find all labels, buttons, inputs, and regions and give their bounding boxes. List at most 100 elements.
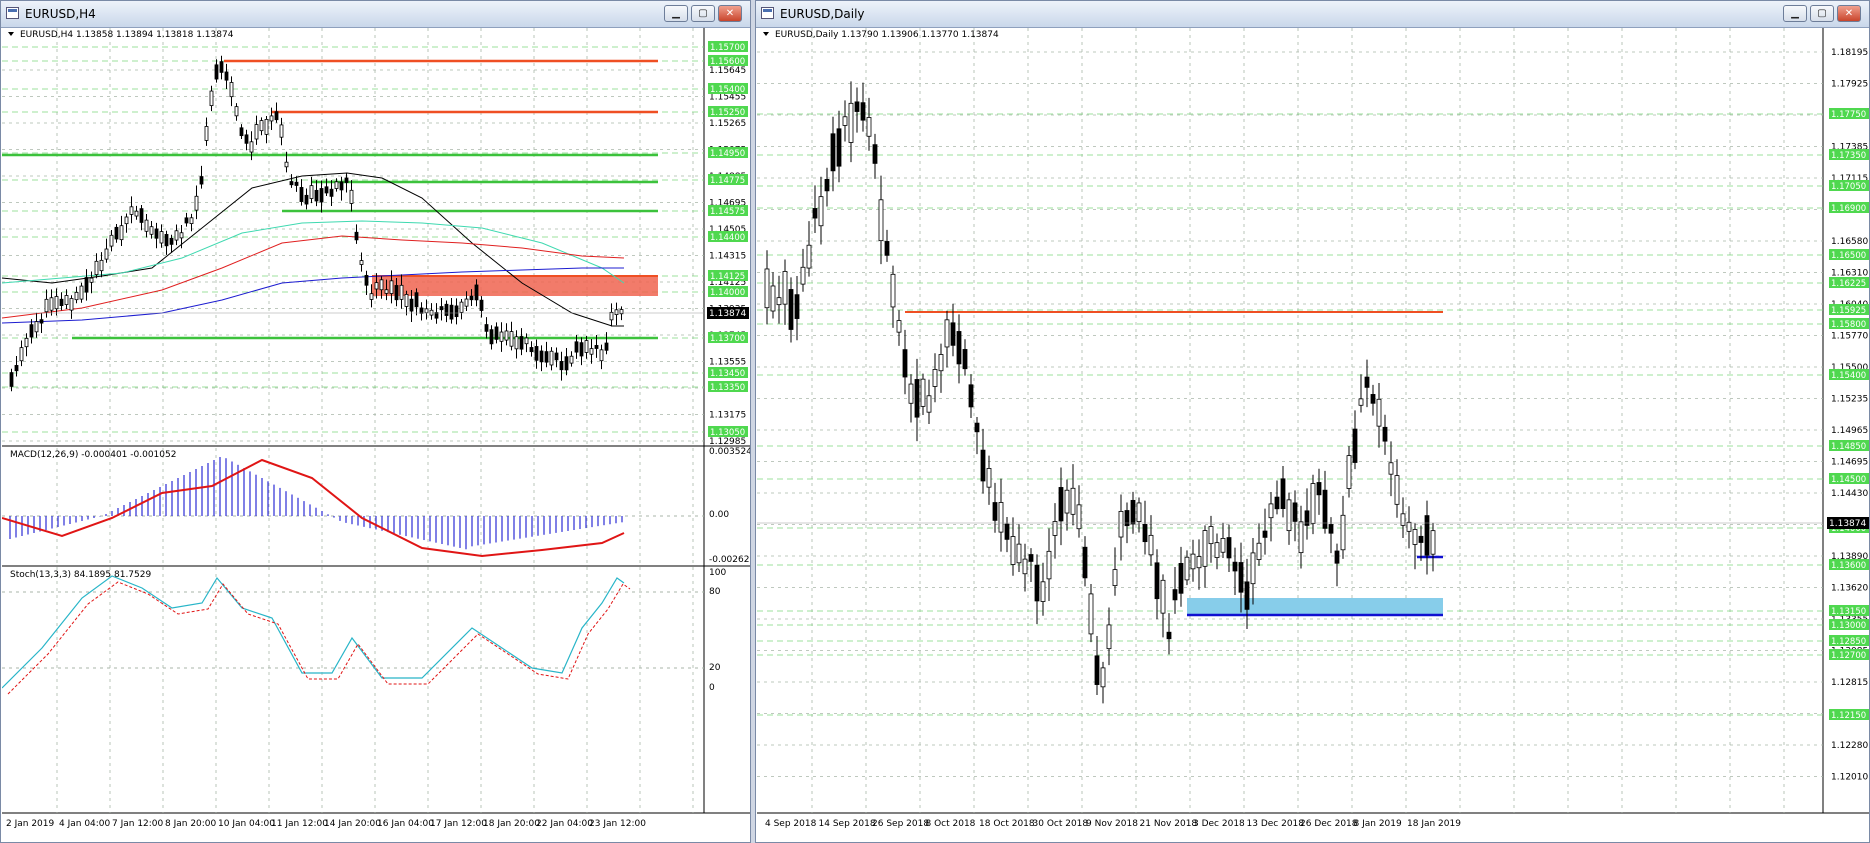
level-tag: 1.13350 <box>710 383 745 393</box>
time-axis-label: 3 Dec 2018 <box>1193 819 1245 829</box>
time-axis-label: 30 Oct 2018 <box>1033 819 1089 829</box>
candle-body <box>794 294 800 319</box>
candle-body <box>344 177 349 183</box>
candle-body <box>884 241 890 256</box>
time-axis-label: 8 Jan 2019 <box>1354 819 1402 829</box>
candle-body <box>830 133 836 172</box>
candle-body <box>59 298 64 307</box>
time-axis-label: 17 Jan 12:00 <box>430 819 487 829</box>
macd-scale-label: 0.003524 <box>709 447 750 457</box>
candle-body <box>938 354 944 372</box>
candle-body <box>1028 554 1034 562</box>
candle-body <box>394 285 399 301</box>
close-button[interactable]: ✕ <box>1837 5 1861 22</box>
price-axis-label: 1.14315 <box>709 252 746 262</box>
candle-body <box>1268 503 1274 519</box>
candle-body <box>39 319 44 324</box>
candle-body <box>309 185 314 199</box>
candle-body <box>932 369 938 387</box>
price-axis-label: 1.14965 <box>1831 426 1868 436</box>
chart-background <box>757 28 1869 842</box>
candle-body <box>69 298 74 311</box>
level-tag: 1.13700 <box>710 334 745 344</box>
daily-window-titlebar[interactable]: EURUSD,Daily ▁ ▢ ✕ <box>756 1 1869 28</box>
h4-chart-window[interactable]: EURUSD,H4 ▁ ▢ ✕ EURUSD,H4 1.13858 1.1389… <box>0 0 751 843</box>
candle-body <box>604 342 609 351</box>
level-tag: 1.15925 <box>1831 306 1866 316</box>
chart-window-icon <box>6 7 19 19</box>
time-axis-label: 14 Jan 20:00 <box>324 819 381 829</box>
candle-body <box>244 134 249 144</box>
time-axis-label: 7 Jan 12:00 <box>112 819 164 829</box>
candle-body <box>1022 558 1028 575</box>
candle-body <box>1394 475 1400 505</box>
daily-chart-window[interactable]: EURUSD,Daily ▁ ▢ ✕ EURUSD,Daily 1.13790 … <box>755 0 1870 843</box>
candle-body <box>1358 398 1364 406</box>
level-tag: 1.16900 <box>1831 204 1866 214</box>
candle-body <box>409 298 414 312</box>
chart-background <box>2 28 750 842</box>
candle-body <box>444 303 449 316</box>
candle-body <box>1256 542 1262 560</box>
candle-body <box>434 312 439 319</box>
candle-body <box>329 188 334 197</box>
price-axis-label: 1.17925 <box>1831 80 1868 90</box>
minimize-button[interactable]: ▁ <box>664 5 688 22</box>
time-axis-label: 8 Oct 2018 <box>926 819 976 829</box>
price-axis-label: 1.12280 <box>1831 741 1868 751</box>
candle-body <box>484 324 489 332</box>
candle-body <box>1094 655 1100 685</box>
close-button[interactable]: ✕ <box>718 5 742 22</box>
candle-body <box>239 127 244 137</box>
level-tag: 1.13050 <box>710 428 745 438</box>
maximize-button[interactable]: ▢ <box>691 5 715 22</box>
candle-body <box>319 188 324 203</box>
candle-body <box>1286 499 1292 532</box>
candle-body <box>776 297 782 306</box>
chart-window-icon <box>761 7 774 19</box>
candle-body <box>164 234 169 247</box>
candle-body <box>169 237 174 245</box>
candle-body <box>986 468 992 488</box>
candle-body <box>124 216 129 225</box>
candle-body <box>419 307 424 314</box>
candle-body <box>1196 556 1202 569</box>
candle-body <box>1328 524 1334 534</box>
level-tag: 1.17350 <box>1831 151 1866 161</box>
candle-body <box>554 352 559 361</box>
price-axis-label: 1.13555 <box>709 358 746 368</box>
level-tag: 1.13000 <box>1831 621 1866 631</box>
candle-body <box>29 324 34 338</box>
chart-header: EURUSD,H4 1.13858 1.13894 1.13818 1.1387… <box>20 30 234 40</box>
candle-body <box>209 90 214 107</box>
candle-body <box>454 305 459 318</box>
candle-body <box>854 101 860 112</box>
candle-body <box>279 124 284 138</box>
candle-body <box>144 219 149 232</box>
candle-body <box>179 232 184 239</box>
candle-body <box>1076 504 1082 530</box>
candle-body <box>1142 524 1148 543</box>
candle-body <box>1166 631 1172 640</box>
candle-body <box>189 217 194 225</box>
level-tag: 1.12700 <box>1831 651 1866 661</box>
minimize-button[interactable]: ▁ <box>1783 5 1807 22</box>
candle-body <box>64 295 69 305</box>
candle-body <box>860 102 866 121</box>
price-axis-label: 1.15770 <box>1831 332 1868 342</box>
time-axis-label: 26 Sep 2018 <box>872 819 929 829</box>
daily-chart-canvas[interactable]: EURUSD,Daily 1.13790 1.13906 1.13770 1.1… <box>757 28 1869 842</box>
h4-window-titlebar[interactable]: EURUSD,H4 ▁ ▢ ✕ <box>1 1 750 28</box>
level-tag: 1.16500 <box>1831 251 1866 261</box>
h4-chart-canvas[interactable]: EURUSD,H4 1.13858 1.13894 1.13818 1.1387… <box>2 28 750 842</box>
candle-body <box>1388 462 1394 475</box>
candle-body <box>134 210 139 217</box>
candle-body <box>1190 553 1196 570</box>
candle-body <box>609 311 614 321</box>
candle-body <box>890 273 896 308</box>
candle-body <box>349 189 354 204</box>
candle-body <box>594 345 599 349</box>
candle-body <box>1226 537 1232 559</box>
maximize-button[interactable]: ▢ <box>1810 5 1834 22</box>
stoch-scale-label: 100 <box>709 568 726 578</box>
